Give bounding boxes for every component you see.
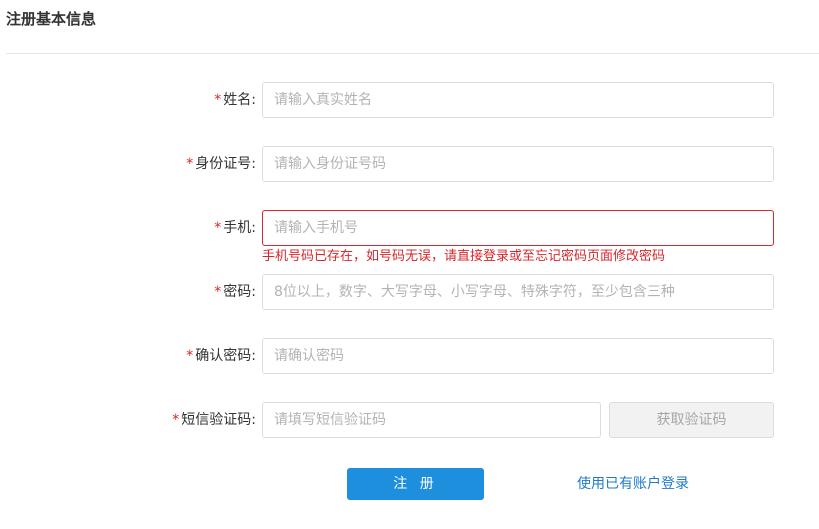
register-button[interactable]: 注 册 (347, 468, 484, 500)
confirm-password-input[interactable] (262, 338, 774, 374)
sms-code-label-wrap: * 短信验证码: (172, 402, 256, 438)
required-mark: * (214, 284, 222, 300)
required-mark: * (186, 156, 194, 172)
sms-code-label: 短信验证码: (181, 412, 256, 428)
form-row-confirm-password: * 确认密码: (0, 338, 819, 374)
required-mark: * (214, 220, 222, 236)
id-card-label: 身份证号: (195, 156, 256, 172)
password-label-wrap: * 密码: (214, 274, 256, 310)
required-mark: * (172, 412, 180, 428)
password-input[interactable] (262, 274, 774, 310)
id-card-input[interactable] (262, 146, 774, 182)
phone-label-wrap: * 手机: (214, 210, 256, 246)
login-existing-account-link[interactable]: 使用已有账户登录 (577, 475, 689, 493)
password-label: 密码: (223, 284, 256, 300)
form-row-phone: * 手机: (0, 210, 819, 246)
phone-input[interactable] (262, 210, 774, 246)
form-row-password: * 密码: (0, 274, 819, 310)
page-title: 注册基本信息 (6, 10, 97, 28)
form-row-name: * 姓名: (0, 82, 819, 118)
header-divider (6, 53, 819, 54)
id-card-label-wrap: * 身份证号: (186, 146, 256, 182)
phone-label: 手机: (223, 220, 256, 236)
name-label: 姓名: (223, 92, 256, 108)
name-label-wrap: * 姓名: (214, 82, 256, 118)
name-input[interactable] (262, 82, 774, 118)
required-mark: * (186, 348, 194, 364)
confirm-password-label-wrap: * 确认密码: (186, 338, 256, 374)
phone-error-message: 手机号码已存在，如号码无误，请直接登录或至忘记密码页面修改密码 (262, 249, 666, 264)
form-row-sms-code: *短信验证码: 获取验证码 (0, 402, 819, 438)
required-mark: * (214, 92, 222, 108)
sms-code-input[interactable] (262, 402, 601, 438)
form-row-id-card: * 身份证号: (0, 146, 819, 182)
confirm-password-label: 确认密码: (195, 348, 256, 364)
get-sms-code-button[interactable]: 获取验证码 (609, 402, 774, 438)
